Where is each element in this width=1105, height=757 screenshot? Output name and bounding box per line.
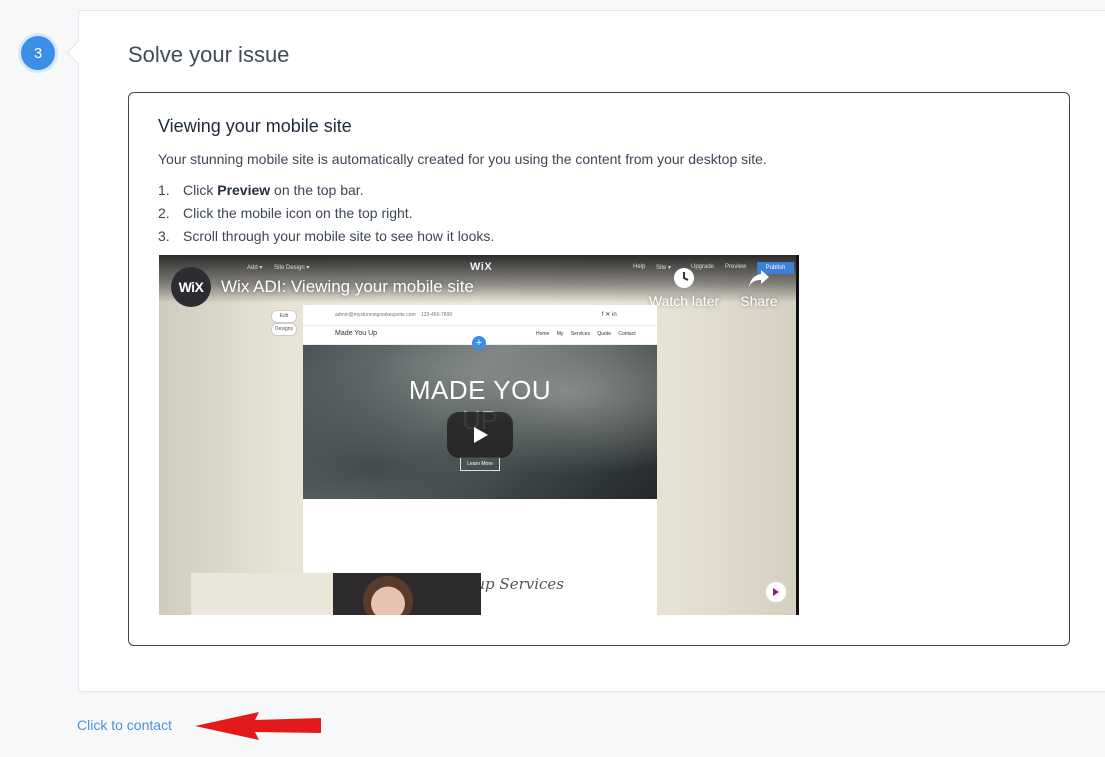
editor-designs-button: Designs [271,323,297,336]
step-number: 2. [158,205,170,221]
play-small-icon [773,588,779,596]
step-item: 1. Click Preview on the top bar. [158,181,494,204]
site-phone: 123-456-7890 [421,312,453,318]
share-arrow-icon [749,270,769,287]
portrait-face [363,576,413,615]
site-image-placeholder [191,573,333,615]
site-preview: admin@mystunningmakeupsite.com 123-456-7… [303,305,657,615]
video-title[interactable]: Wix ADI: Viewing your mobile site [221,277,474,297]
step-number: 1. [158,182,170,198]
clock-icon [674,268,694,288]
channel-logo[interactable]: WiX [171,267,211,307]
embedded-video-player[interactable]: Add ▾ Site Design ▾ WiX Help Site ▾ Upgr… [159,255,799,615]
site-nav-link: Contact [618,331,636,337]
step-text-end: on the top bar. [270,182,364,198]
site-portrait-image [333,573,481,615]
editor-menu-add: Add ▾ [247,265,263,271]
step-bold-text: Preview [217,182,271,198]
video-edge [796,255,799,615]
step-item: 2. Click the mobile icon on the top right… [158,204,494,227]
click-to-contact-link[interactable]: Click to contact [77,717,172,733]
site-contact-bar: admin@mystunningmakeupsite.com 123-456-7… [303,305,657,326]
article-intro: Your stunning mobile site is automatical… [158,151,767,167]
editor-plus-icon: + [472,336,486,350]
share-button[interactable]: Share [719,267,799,309]
watch-later-label: Watch later [648,293,720,309]
watch-later-button[interactable]: Watch later [644,267,724,309]
step-item: 3. Scroll through your mobile site to see… [158,227,494,250]
editor-wix-logo: WiX [470,261,493,273]
card-title: Solve your issue [128,42,290,67]
solve-issue-card: Solve your issue Viewing your mobile sit… [78,10,1105,692]
share-label: Share [740,293,778,309]
step-number-badge: 3 [21,36,55,70]
editor-edit-button: Edit [271,310,297,323]
site-nav-link: My Services [556,331,590,337]
site-email: admin@mystunningmakeupsite.com [335,312,416,318]
step-text: Click [183,182,218,198]
site-nav-link: Home [536,331,550,337]
step-number: 3. [158,228,170,244]
site-nav-links: Home My Services Quote Contact [536,331,636,337]
red-arrow-icon [195,712,321,740]
article-box: Viewing your mobile site Your stunning m… [128,92,1070,646]
hero-title: MADE YOU [408,375,552,405]
step-text: Click the mobile icon on the top right. [183,205,413,221]
youtube-corner-button[interactable] [765,581,787,603]
video-play-button[interactable] [447,412,513,458]
play-icon [474,427,488,443]
editor-menu-site-design: Site Design ▾ [274,265,310,271]
site-nav-link: Quote [597,331,611,337]
hero-learn-more: Learn More [460,457,500,471]
left-gutter [0,0,78,757]
site-name: Made You Up [335,330,378,337]
steps-list: 1. Click Preview on the top bar. 2. Click … [158,181,494,250]
social-icons: f ✕ in [602,312,617,318]
article-title: Viewing your mobile site [158,116,352,136]
step-text: Scroll through your mobile site to see h… [183,228,495,244]
